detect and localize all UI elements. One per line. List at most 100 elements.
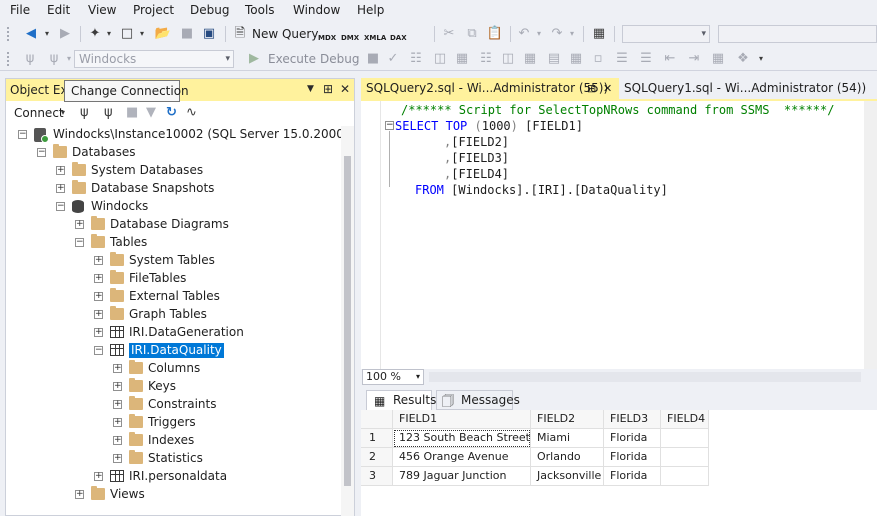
chevron-down-icon[interactable]: ▾ bbox=[64, 50, 74, 68]
results-file-icon[interactable]: ▫ bbox=[590, 50, 606, 68]
copy-icon[interactable]: ⧉ bbox=[463, 25, 481, 43]
dmx-query-button[interactable]: DMX bbox=[341, 25, 359, 43]
undo-icon[interactable]: ↶ bbox=[515, 25, 533, 43]
new-project-icon[interactable]: ✦ bbox=[86, 25, 104, 43]
comment-icon[interactable]: ☰ bbox=[614, 50, 630, 68]
chevron-down-icon[interactable]: ▾ bbox=[42, 25, 52, 43]
column-header[interactable]: FIELD3 bbox=[604, 410, 661, 429]
query-designer-icon[interactable]: ◫ bbox=[432, 50, 448, 68]
tree-node[interactable]: + System Databases bbox=[6, 162, 341, 180]
solution-config-combo[interactable]: ▾ bbox=[622, 25, 710, 43]
expand-icon[interactable]: + bbox=[113, 418, 122, 427]
tab-results[interactable]: ▦ Results bbox=[366, 390, 436, 410]
pin-icon[interactable]: ⊞ bbox=[323, 82, 333, 96]
tree-node[interactable]: + Triggers bbox=[6, 414, 341, 432]
toolbar-options-icon[interactable]: ▾ bbox=[756, 50, 766, 68]
tree-node[interactable]: + System Tables bbox=[6, 252, 341, 270]
menu-debug[interactable]: Debug bbox=[190, 3, 229, 17]
results-grid-icon[interactable]: ▦ bbox=[568, 50, 584, 68]
uncomment-icon[interactable]: ☰ bbox=[638, 50, 654, 68]
grid-corner[interactable] bbox=[361, 410, 393, 429]
grid-cell[interactable]: Florida bbox=[604, 448, 661, 467]
grid-cell[interactable]: Jacksonville bbox=[531, 467, 604, 486]
tab-messages[interactable]: 🗍 Messages bbox=[436, 390, 520, 410]
grid-cell[interactable] bbox=[661, 448, 709, 467]
expand-icon[interactable]: + bbox=[75, 490, 84, 499]
grid-cell[interactable]: 456 Orange Avenue bbox=[393, 448, 531, 467]
specify-values-icon[interactable]: ▦ bbox=[710, 50, 726, 68]
column-header[interactable]: FIELD1 bbox=[393, 410, 531, 429]
chevron-down-icon[interactable]: ▾ bbox=[534, 25, 544, 43]
display-plan-icon[interactable]: ☷ bbox=[408, 50, 424, 68]
disconnect-icon[interactable]: ψ bbox=[104, 105, 113, 120]
dax-query-button[interactable]: DAX bbox=[390, 25, 407, 43]
tree-scrollbar-thumb[interactable] bbox=[344, 156, 351, 486]
toolbar-grip[interactable] bbox=[6, 51, 10, 67]
activity-monitor-icon[interactable]: ▦ bbox=[590, 25, 608, 43]
column-header[interactable]: FIELD2 bbox=[531, 410, 604, 429]
stop-icon[interactable]: ■ bbox=[126, 105, 138, 120]
cancel-query-icon[interactable]: ■ bbox=[366, 50, 380, 68]
disconnect-icon[interactable]: ψ bbox=[46, 50, 62, 68]
back-icon[interactable]: ◀ bbox=[22, 25, 40, 43]
new-query-button[interactable]: New Query bbox=[252, 25, 318, 43]
chevron-down-icon[interactable]: ▾ bbox=[104, 25, 114, 43]
grid-cell[interactable] bbox=[661, 429, 709, 448]
expand-icon[interactable]: + bbox=[94, 256, 103, 265]
menu-project[interactable]: Project bbox=[133, 3, 174, 17]
live-stats-icon[interactable]: ◫ bbox=[500, 50, 516, 68]
tab-sqlquery2[interactable]: SQLQuery2.sql - Wi...Administrator (55))… bbox=[361, 78, 619, 99]
execute-button[interactable]: Execute bbox=[268, 50, 316, 68]
execute-icon[interactable]: ▶ bbox=[246, 50, 262, 68]
menu-edit[interactable]: Edit bbox=[47, 3, 70, 17]
save-icon[interactable]: ■ bbox=[178, 25, 196, 43]
column-header[interactable]: FIELD4 bbox=[661, 410, 709, 429]
grid-cell[interactable]: Miami bbox=[531, 429, 604, 448]
connect-button[interactable]: Connect bbox=[14, 106, 64, 120]
tab-sqlquery1[interactable]: SQLQuery1.sql - Wi...Administrator (54)) bbox=[619, 78, 877, 99]
paste-icon[interactable]: 📋 bbox=[486, 25, 504, 43]
redo-icon[interactable]: ↷ bbox=[548, 25, 566, 43]
menu-tools[interactable]: Tools bbox=[245, 3, 275, 17]
tree-node[interactable]: − Tables bbox=[6, 234, 341, 252]
add-item-icon[interactable]: □ bbox=[118, 25, 136, 43]
new-query-icon[interactable]: 🗎 bbox=[232, 25, 248, 43]
editor-horizontal-scrollbar[interactable] bbox=[429, 372, 861, 382]
grid-cell[interactable]: 123 South Beach Street bbox=[393, 429, 531, 448]
chevron-down-icon[interactable]: ▾ bbox=[61, 108, 65, 117]
expand-icon[interactable]: + bbox=[94, 292, 103, 301]
grid-cell[interactable]: 789 Jaguar Junction bbox=[393, 467, 531, 486]
collapse-icon[interactable]: − bbox=[56, 202, 65, 211]
include-plan-icon[interactable]: ☷ bbox=[478, 50, 494, 68]
grid-cell[interactable]: Florida bbox=[604, 429, 661, 448]
expand-icon[interactable]: + bbox=[94, 472, 103, 481]
menu-help[interactable]: Help bbox=[357, 3, 384, 17]
expand-icon[interactable]: + bbox=[113, 436, 122, 445]
sql-editor[interactable]: − /****** Script for SelectTopNRows comm… bbox=[361, 99, 877, 369]
expand-icon[interactable]: + bbox=[94, 274, 103, 283]
tree-node[interactable]: + Database Diagrams bbox=[6, 216, 341, 234]
expand-icon[interactable]: + bbox=[56, 166, 65, 175]
expand-icon[interactable]: + bbox=[113, 364, 122, 373]
row-number[interactable]: 2 bbox=[361, 448, 393, 467]
expand-icon[interactable]: + bbox=[113, 382, 122, 391]
available-databases-combo[interactable]: Windocks ▾ bbox=[74, 50, 234, 68]
activity-icon[interactable]: ∿ bbox=[186, 105, 197, 120]
connect-icon[interactable]: ψ bbox=[80, 105, 89, 120]
close-icon[interactable]: ✕ bbox=[340, 82, 350, 96]
tree-node[interactable]: − Windocks\Instance10002 (SQL Server 15.0… bbox=[6, 126, 341, 144]
tree-node[interactable]: + IRI.personaldata bbox=[6, 468, 341, 486]
editor-scrollbar[interactable] bbox=[864, 101, 877, 369]
tree-node[interactable]: − Windocks bbox=[6, 198, 341, 216]
tree-node[interactable]: + Constraints bbox=[6, 396, 341, 414]
search-combo[interactable] bbox=[718, 25, 877, 43]
outdent-icon[interactable]: ⇤ bbox=[662, 50, 678, 68]
grid-cell[interactable]: Orlando bbox=[531, 448, 604, 467]
menu-window[interactable]: Window bbox=[293, 3, 340, 17]
tree-node[interactable]: + Views bbox=[6, 486, 341, 504]
collapse-icon[interactable]: − bbox=[75, 238, 84, 247]
client-stats-icon[interactable]: ▦ bbox=[522, 50, 538, 68]
tree-node[interactable]: + Graph Tables bbox=[6, 306, 341, 324]
tree-node[interactable]: − Databases bbox=[6, 144, 341, 162]
cut-icon[interactable]: ✂ bbox=[440, 25, 458, 43]
